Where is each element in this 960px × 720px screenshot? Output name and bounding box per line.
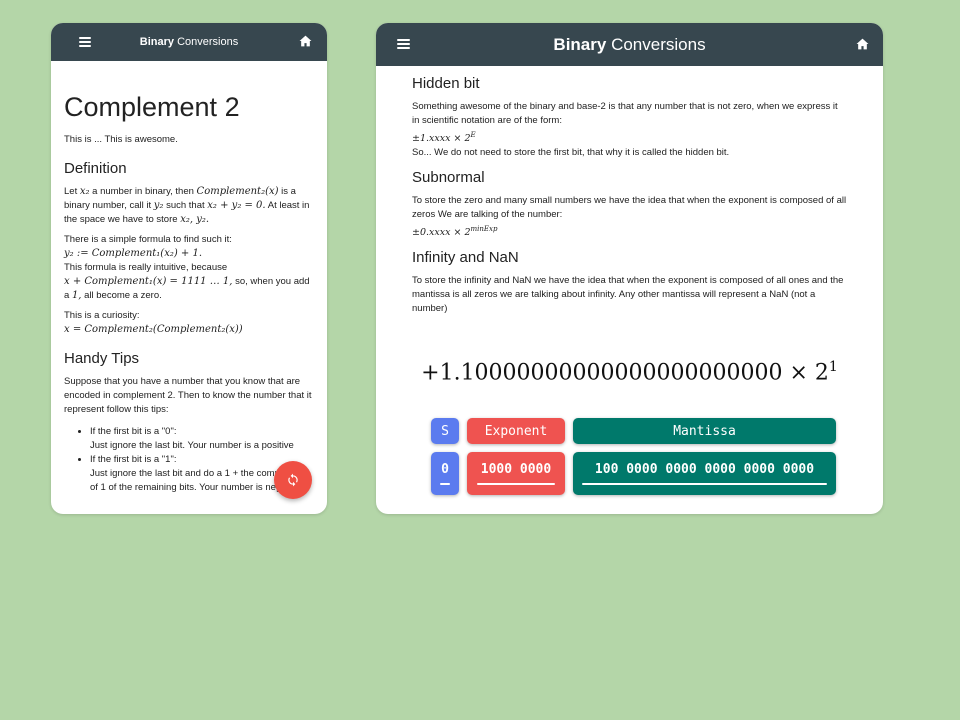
- app-bar: Binary Conversions: [376, 23, 883, 66]
- float-formula-base: +1.10000000000000000000000 × 2: [421, 360, 829, 386]
- intuitive-text: This formula is really intuitive, becaus…: [64, 262, 228, 273]
- sign-label: S: [431, 418, 459, 444]
- formula-paragraph: There is a simple formula to find such i…: [64, 233, 314, 303]
- mantissa-bits[interactable]: 100 0000 0000 0000 0000 0000: [573, 452, 836, 495]
- mantissa-label: Mantissa: [573, 418, 836, 444]
- math-x2: x₂: [79, 186, 90, 197]
- refresh-button[interactable]: [274, 461, 312, 499]
- infinity-heading: Infinity and NaN: [412, 249, 519, 267]
- math-formula: y₂ := Complement₁(x₂) + 1.: [64, 248, 203, 259]
- mantissa-bits-underline: [582, 483, 827, 485]
- app-title-bold: Binary: [139, 36, 175, 48]
- app-title-rest: Conversions: [611, 34, 706, 54]
- definition-part: such that: [166, 200, 205, 211]
- home-icon[interactable]: [299, 35, 312, 47]
- tip-line: If the first bit is a "1":: [90, 454, 177, 465]
- sign-label-text: S: [441, 423, 449, 439]
- subnormal-heading: Subnormal: [412, 169, 485, 187]
- exponent-bits-underline: [477, 483, 555, 485]
- curiosity-paragraph: This is a curiosity: x = Complement₂(Com…: [64, 309, 314, 337]
- curiosity-text: This is a curiosity:: [64, 310, 140, 321]
- tip-line: Just ignore the last bit. Your number is…: [90, 440, 294, 451]
- hamburger-icon[interactable]: [79, 37, 91, 47]
- app-title-bold: Binary: [553, 34, 607, 54]
- definition-heading: Definition: [64, 160, 127, 177]
- math-subnormal-exp: minExp: [470, 225, 498, 234]
- app-title-rest: Conversions: [177, 36, 239, 48]
- page-content: Hidden bit Something awesome of the bina…: [376, 74, 883, 316]
- intro-text: This is ... This is awesome.: [64, 134, 178, 145]
- page-title-text: Complement: [64, 92, 218, 122]
- hidden-bit-text: Something awesome of the binary and base…: [412, 101, 838, 126]
- math-xy: x₂, y₂.: [180, 214, 210, 225]
- math-hidden: ±1.xxxx × 2: [412, 133, 471, 145]
- math-complement: Complement₂(x): [196, 186, 279, 197]
- home-icon[interactable]: [856, 38, 869, 50]
- math-one: 1,: [71, 290, 82, 301]
- hidden-bit-after: So... We do not need to store the first …: [412, 147, 730, 159]
- exponent-bits-value: 1000 0000: [480, 462, 552, 477]
- page-title: Complement 2: [64, 91, 314, 123]
- tip-line: If the first bit is a "0":: [90, 426, 177, 437]
- mantissa-label-text: Mantissa: [673, 423, 736, 439]
- list-item: If the first bit is a "0": Just ignore th…: [90, 425, 314, 453]
- infinity-text: To store the infinity and NaN we have th…: [412, 275, 844, 315]
- math-intuitive: x + Complement₁(x) = 1111 … 1,: [64, 276, 233, 287]
- math-hidden-exp: E: [470, 131, 476, 139]
- hidden-bit-formula: ±1.xxxx × 2E: [412, 128, 847, 146]
- sync-icon: [288, 473, 298, 487]
- float-formula: +1.10000000000000000000000 × 21: [376, 359, 883, 385]
- tablet-screen: Binary Conversions Hidden bit Something …: [376, 23, 883, 514]
- mantissa-bits-value: 100 0000 0000 0000 0000 0000: [594, 462, 815, 477]
- subnormal-formula: ±0.xxxx × 2minExp: [412, 222, 847, 240]
- math-curiosity: x = Complement₂(Complement₂(x)): [64, 324, 243, 335]
- float-formula-exp: 1: [828, 359, 838, 375]
- hamburger-icon[interactable]: [397, 39, 410, 49]
- definition-text: Let x₂ a number in binary, then Compleme…: [64, 185, 314, 227]
- exponent-bits[interactable]: 1000 0000: [467, 452, 565, 495]
- hidden-bit-heading: Hidden bit: [412, 75, 480, 92]
- math-y2: y₂: [153, 200, 164, 211]
- exponent-label-text: Exponent: [484, 423, 548, 439]
- sign-bit[interactable]: 0: [431, 452, 459, 495]
- intuitive-end: all become a zero.: [84, 290, 162, 301]
- phone-screen: Binary Conversions Complement 2 This is …: [51, 23, 327, 514]
- math-equation: x₂ + y₂ = 0.: [207, 200, 266, 211]
- app-title: Binary Conversions: [553, 35, 705, 55]
- app-bar: Binary Conversions: [51, 23, 327, 61]
- formula-intro: There is a simple formula to find such i…: [64, 234, 232, 245]
- subnormal-text: To store the zero and many small numbers…: [412, 195, 847, 221]
- tips-heading: Handy Tips: [64, 350, 140, 367]
- definition-part: Let: [64, 186, 78, 197]
- app-title: Binary Conversions: [140, 36, 238, 48]
- page-content: Complement 2 This is ... This is awesome…: [51, 91, 327, 495]
- sign-bit-underline: [440, 483, 450, 485]
- page-title-number: 2: [224, 92, 240, 122]
- sign-bit-value: 0: [441, 462, 449, 477]
- tips-intro: Suppose that you have a number that you …: [64, 376, 312, 415]
- definition-part: a number in binary, then: [92, 186, 194, 197]
- exponent-label: Exponent: [467, 418, 565, 444]
- math-subnormal: ±0.xxxx × 2: [412, 227, 471, 239]
